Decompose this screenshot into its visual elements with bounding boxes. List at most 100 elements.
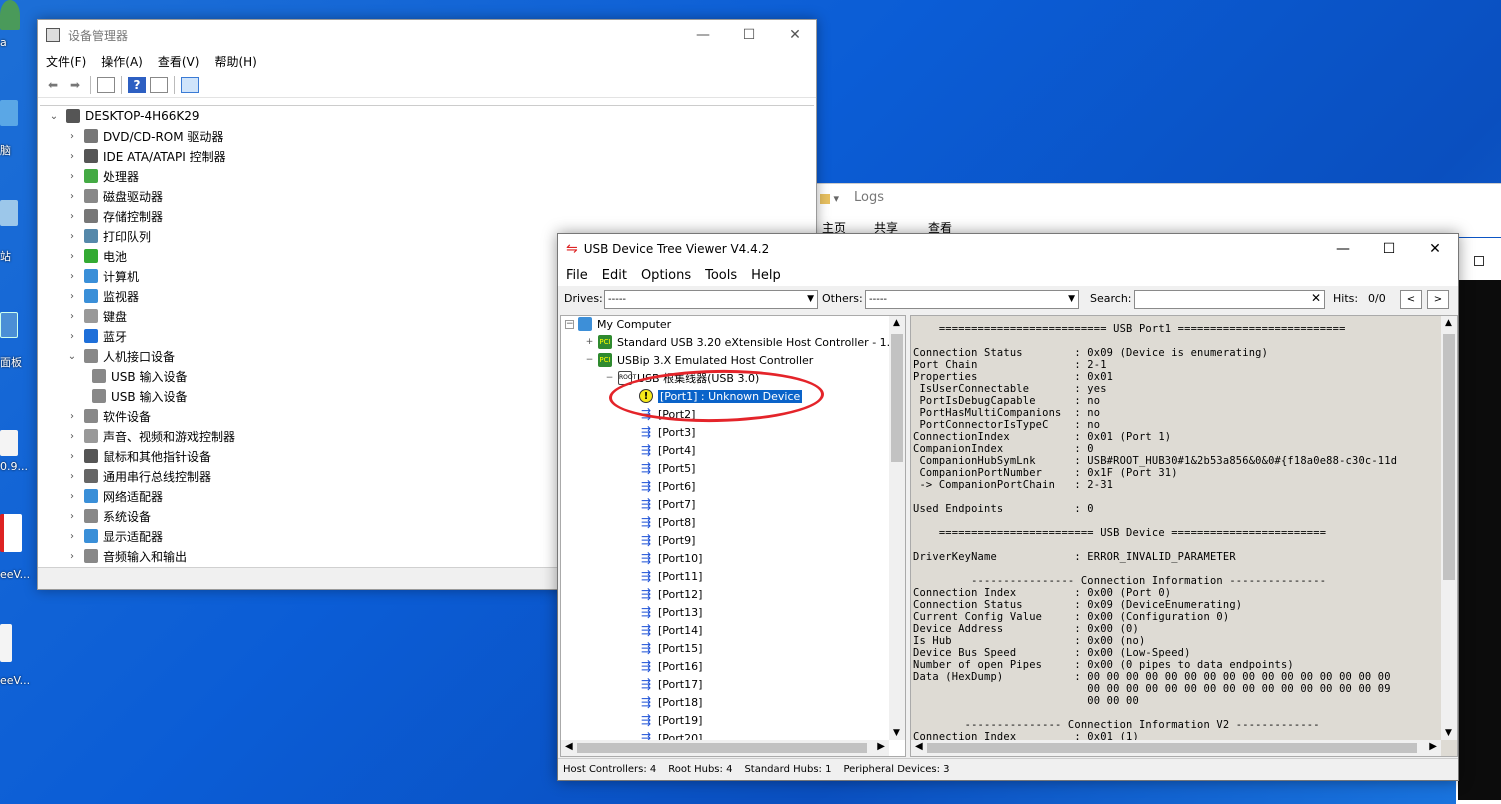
tree-category[interactable]: › 计算机	[66, 266, 139, 286]
others-select[interactable]: ----- ▼	[865, 290, 1079, 309]
tree-category[interactable]: › 键盘	[66, 306, 127, 326]
menu-file[interactable]: File	[566, 268, 588, 283]
tree-port[interactable]: ⇶ [Port12]	[639, 585, 702, 603]
back-arrow-icon[interactable]: ⬅	[44, 77, 62, 93]
clear-icon[interactable]: ✕	[1311, 290, 1321, 307]
menu-edit[interactable]: Edit	[602, 268, 627, 283]
chevron-right-icon[interactable]: ›	[66, 271, 78, 282]
chevron-right-icon[interactable]: ›	[66, 211, 78, 222]
chevron-right-icon[interactable]: ›	[66, 511, 78, 522]
tree-port[interactable]: ⇶ [Port19]	[639, 711, 702, 729]
tree-my-computer[interactable]: − My Computer	[565, 316, 671, 333]
menu-view[interactable]: 查看(V)	[158, 53, 200, 70]
tree-category[interactable]: › 网络适配器	[66, 486, 163, 506]
details-horizontal-scrollbar[interactable]: ◀ ▶	[911, 740, 1441, 756]
explorer-quick-access[interactable]: ▾	[820, 192, 839, 205]
tree-port[interactable]: ⇶ [Port11]	[639, 567, 702, 585]
explorer-window[interactable]: ▾ Logs 主页 共享 查看	[816, 183, 1501, 237]
tree-category[interactable]: › 显示适配器	[66, 526, 163, 546]
tree-category[interactable]: › 音频输入和输出	[66, 546, 187, 566]
tree-root[interactable]: ⌄ DESKTOP-4H66K29	[48, 106, 200, 126]
chevron-right-icon[interactable]: ›	[66, 471, 78, 482]
tree-category[interactable]: › 系统设备	[66, 506, 151, 526]
tree-port[interactable]: ⇶ [Port7]	[639, 495, 695, 513]
collapse-icon[interactable]: −	[585, 355, 594, 365]
tree-port[interactable]: ⇶ [Port3]	[639, 423, 695, 441]
tree-category[interactable]: › 打印队列	[66, 226, 151, 246]
menu-options[interactable]: Options	[641, 268, 691, 283]
tree-port[interactable]: ⇶ [Port17]	[639, 675, 702, 693]
maximize-button[interactable]: ☐	[1366, 234, 1412, 264]
maximize-icon[interactable]	[1474, 256, 1484, 266]
chevron-right-icon[interactable]: ›	[66, 191, 78, 202]
tree-port[interactable]: ⇶ [Port8]	[639, 513, 695, 531]
minimize-button[interactable]: —	[1320, 234, 1366, 264]
chevron-right-icon[interactable]: ›	[66, 291, 78, 302]
chevron-right-icon[interactable]: ›	[66, 311, 78, 322]
usb-tree-viewer-window[interactable]: ⇋ USB Device Tree Viewer V4.4.2 — ☐ ✕ Fi…	[557, 233, 1459, 781]
monitor-icon[interactable]	[181, 76, 199, 93]
drives-select[interactable]: ----- ▼	[604, 290, 818, 309]
tree-port[interactable]: ⇶ [Port9]	[639, 531, 695, 549]
chevron-right-icon[interactable]: ›	[66, 451, 78, 462]
chevron-right-icon[interactable]: ›	[66, 411, 78, 422]
menu-action[interactable]: 操作(A)	[101, 53, 143, 70]
tree-horizontal-scrollbar[interactable]: ◀ ▶	[561, 740, 889, 756]
tree-category[interactable]: › 软件设备	[66, 406, 151, 426]
chevron-right-icon[interactable]: ›	[66, 251, 78, 262]
minimize-button[interactable]: —	[680, 20, 726, 50]
tree-port[interactable]: ⇶ [Port5]	[639, 459, 695, 477]
tree-vertical-scrollbar[interactable]: ▲ ▼	[889, 316, 905, 740]
tree-category[interactable]: › 电池	[66, 246, 127, 266]
tree-port[interactable]: ⇶ [Port10]	[639, 549, 702, 567]
chevron-right-icon[interactable]: ›	[66, 551, 78, 562]
tree-port[interactable]: ⇶ [Port13]	[639, 603, 702, 621]
help-icon[interactable]: ?	[128, 76, 146, 93]
chevron-down-icon[interactable]: ⌄	[48, 111, 60, 122]
collapse-icon[interactable]: −	[565, 319, 574, 329]
chevron-right-icon[interactable]: ›	[66, 231, 78, 242]
tree-port[interactable]: ⇶ [Port15]	[639, 639, 702, 657]
tree-category[interactable]: › 存储控制器	[66, 206, 163, 226]
maximize-button[interactable]: ☐	[726, 20, 772, 50]
chevron-down-icon[interactable]: ⌄	[66, 351, 78, 362]
chevron-right-icon[interactable]: ›	[66, 131, 78, 142]
menu-tools[interactable]: Tools	[705, 268, 737, 283]
details-panel[interactable]: ========================== USB Port1 ===…	[910, 315, 1458, 757]
chevron-right-icon[interactable]: ›	[66, 531, 78, 542]
chevron-right-icon[interactable]: ›	[66, 151, 78, 162]
chevron-right-icon[interactable]: ›	[66, 431, 78, 442]
close-button[interactable]: ✕	[1412, 234, 1458, 264]
expand-icon[interactable]: +	[585, 337, 594, 347]
tree-category[interactable]: › 鼠标和其他指针设备	[66, 446, 211, 466]
details-vertical-scrollbar[interactable]: ▲ ▼	[1441, 316, 1457, 740]
tree-port[interactable]: ⇶ [Port14]	[639, 621, 702, 639]
collapse-icon[interactable]: −	[605, 373, 614, 383]
menu-help[interactable]: Help	[751, 268, 781, 283]
menu-help[interactable]: 帮助(H)	[214, 53, 256, 70]
chevron-right-icon[interactable]: ›	[66, 331, 78, 342]
chevron-right-icon[interactable]: ›	[66, 491, 78, 502]
menu-file[interactable]: 文件(F)	[46, 53, 86, 70]
prev-hit-button[interactable]: <	[1400, 290, 1422, 309]
tree-item-usb-input[interactable]: USB 输入设备	[92, 386, 187, 406]
forward-arrow-icon[interactable]: ➡	[66, 77, 84, 93]
tree-category[interactable]: › 声音、视频和游戏控制器	[66, 426, 235, 446]
next-hit-button[interactable]: >	[1427, 290, 1449, 309]
properties-icon[interactable]	[97, 76, 115, 93]
tree-category[interactable]: › DVD/CD-ROM 驱动器	[66, 126, 223, 146]
tree-port[interactable]: ⇶ [Port16]	[639, 657, 702, 675]
tree-port[interactable]: ⇶ [Port18]	[639, 693, 702, 711]
tree-host-controller-2[interactable]: − PCI USBip 3.X Emulated Host Controller	[585, 351, 813, 369]
tree-host-controller-1[interactable]: + PCI Standard USB 3.20 eXtensible Host …	[585, 333, 905, 351]
search-input[interactable]: ✕	[1134, 290, 1325, 309]
tree-category[interactable]: › 通用串行总线控制器	[66, 466, 211, 486]
tree-category[interactable]: › 蓝牙	[66, 326, 127, 346]
tree-category[interactable]: › 监视器	[66, 286, 139, 306]
panel-icon[interactable]	[150, 76, 168, 93]
tree-item-usb-input[interactable]: USB 输入设备	[92, 366, 187, 386]
chevron-right-icon[interactable]: ›	[66, 171, 78, 182]
tree-category[interactable]: ⌄ 人机接口设备	[66, 346, 175, 366]
close-button[interactable]: ✕	[772, 20, 818, 50]
tree-category[interactable]: › IDE ATA/ATAPI 控制器	[66, 146, 226, 166]
